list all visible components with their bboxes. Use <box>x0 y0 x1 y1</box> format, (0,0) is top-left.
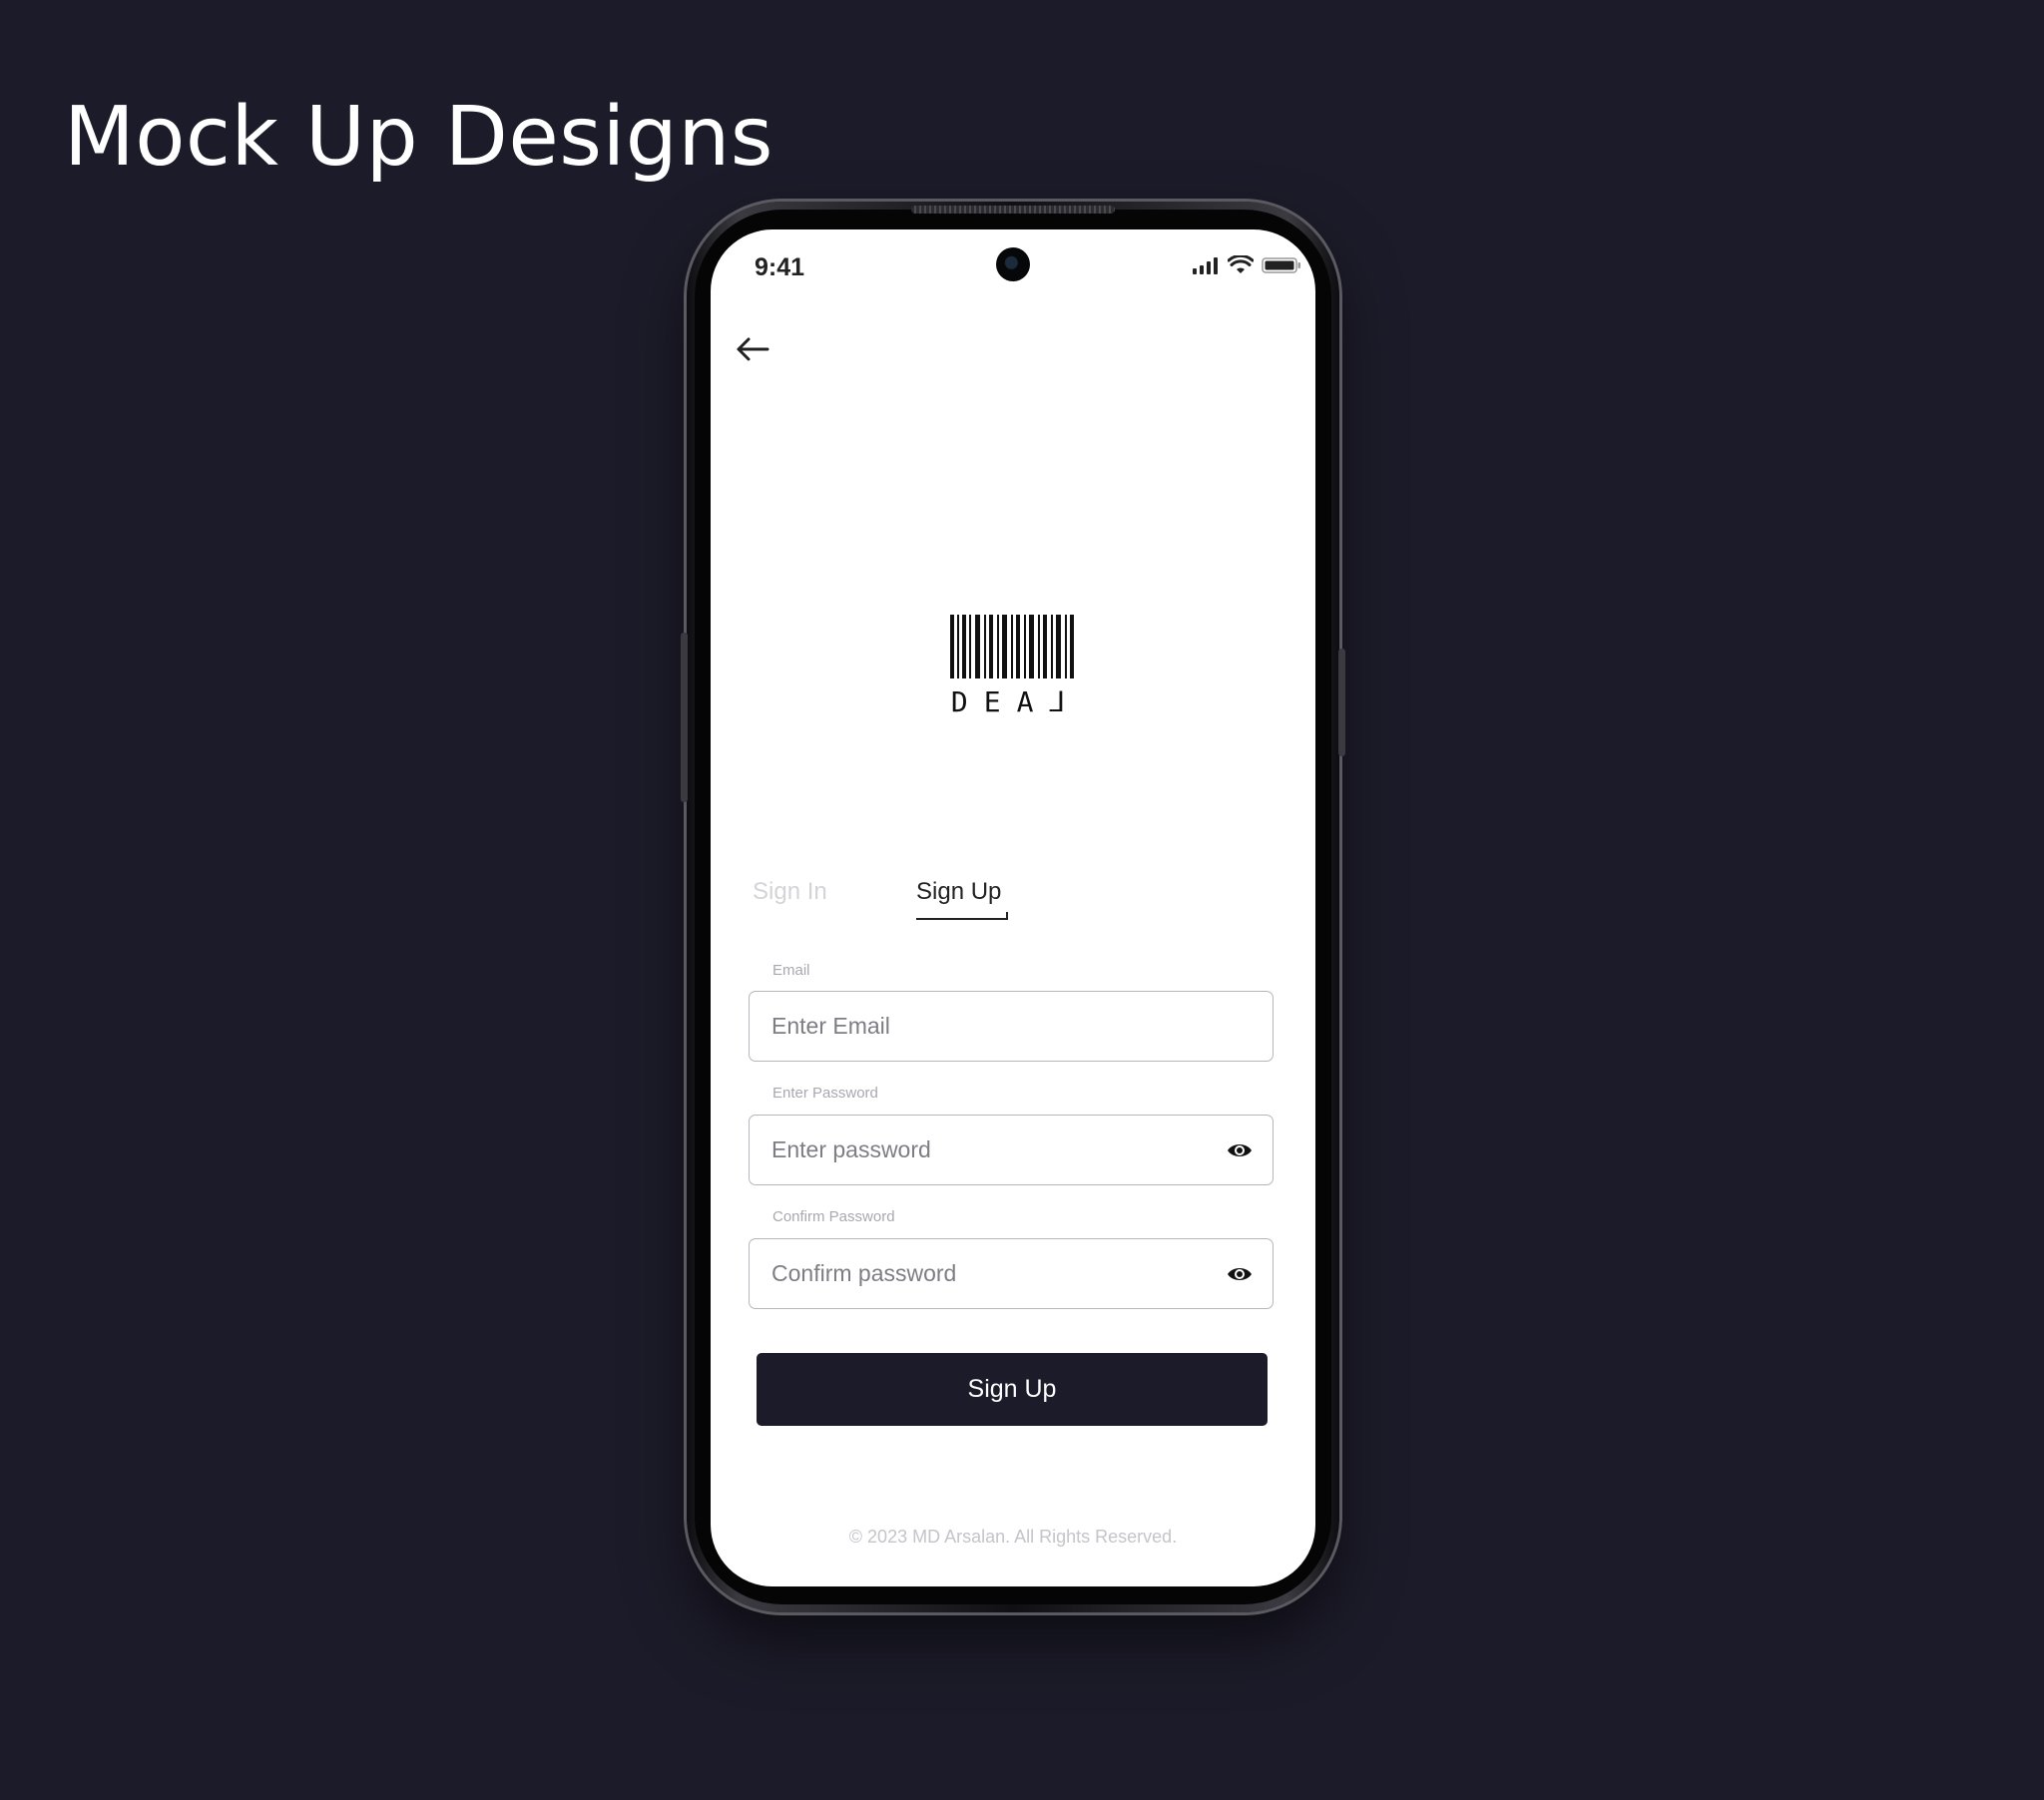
confirm-password-label: Confirm Password <box>772 1208 895 1225</box>
tab-sign-in[interactable]: Sign In <box>753 878 827 906</box>
sign-up-button[interactable]: Sign Up <box>757 1353 1268 1426</box>
confirm-password-field-container <box>749 1238 1274 1309</box>
volume-button <box>681 633 688 802</box>
password-label: Enter Password <box>772 1085 878 1102</box>
wifi-icon <box>1228 255 1254 273</box>
copyright-footer: © 2023 MD Arsalan. All Rights Reserved. <box>848 1527 1178 1547</box>
email-label: Email <box>772 962 810 979</box>
status-time: 9:41 <box>755 253 805 281</box>
cellular-signal-icon <box>1193 257 1218 274</box>
barcode-icon <box>950 615 1074 678</box>
email-input[interactable] <box>771 992 1191 1061</box>
active-tab-indicator <box>916 912 1008 920</box>
brand-logo: DEA⅃ <box>942 615 1082 718</box>
eye-icon[interactable] <box>1227 1139 1253 1161</box>
logo-text: DEA⅃ <box>950 685 1082 718</box>
battery-icon <box>1262 257 1300 273</box>
phone-mockup: 9:41 DEA⅃ Sign In Sign Up Email Enter Em… <box>681 202 1345 1612</box>
password-field-container <box>749 1115 1274 1185</box>
speaker-grille <box>911 206 1115 214</box>
eye-icon[interactable] <box>1227 1263 1253 1285</box>
arrow-left-icon <box>737 337 769 361</box>
page-title: Mock Up Designs <box>64 90 774 185</box>
status-icons <box>1192 255 1301 275</box>
back-button[interactable] <box>729 329 776 369</box>
password-input[interactable] <box>771 1116 1191 1184</box>
tab-sign-up[interactable]: Sign Up <box>916 878 1001 906</box>
phone-screen: 9:41 DEA⅃ Sign In Sign Up Email Enter Em… <box>711 229 1315 1586</box>
confirm-password-input[interactable] <box>771 1239 1191 1308</box>
front-camera <box>996 247 1030 281</box>
email-field-container <box>749 991 1274 1062</box>
power-button <box>1338 649 1345 756</box>
